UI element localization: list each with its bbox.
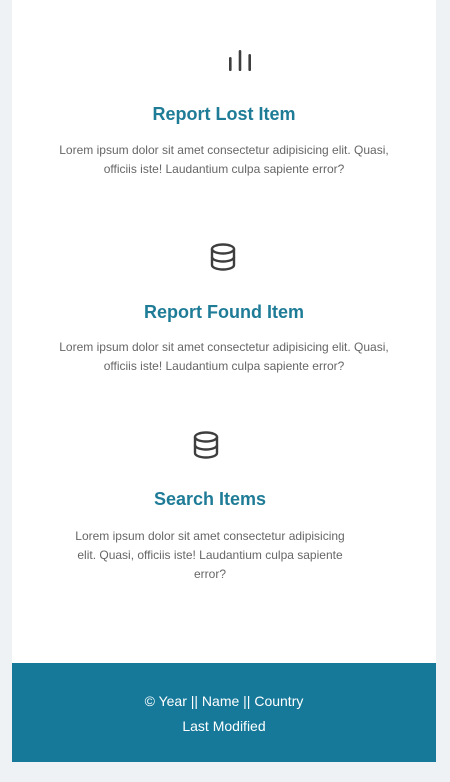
database-icon (191, 430, 221, 460)
feature-description: Lorem ipsum dolor sit amet consectetur a… (59, 340, 389, 373)
database-icon (208, 242, 238, 272)
feature-title: Report Found Item (144, 302, 304, 322)
feature-title: Search Items (153, 489, 267, 509)
content-card: Report Lost Item Lorem ipsum dolor sit a… (12, 0, 436, 663)
feature-title: Report Lost Item (152, 104, 296, 124)
footer-last-modified: Last Modified (182, 718, 266, 734)
footer: © Year || Name || Country Last Modified (12, 663, 436, 762)
page: Report Lost Item Lorem ipsum dolor sit a… (0, 0, 450, 782)
feature-description: Lorem ipsum dolor sit amet consectetur a… (75, 529, 345, 581)
bar-chart-icon (225, 46, 255, 76)
feature-description: Lorem ipsum dolor sit amet consectetur a… (59, 143, 389, 176)
footer-copyright: © Year || Name || Country (144, 693, 304, 709)
